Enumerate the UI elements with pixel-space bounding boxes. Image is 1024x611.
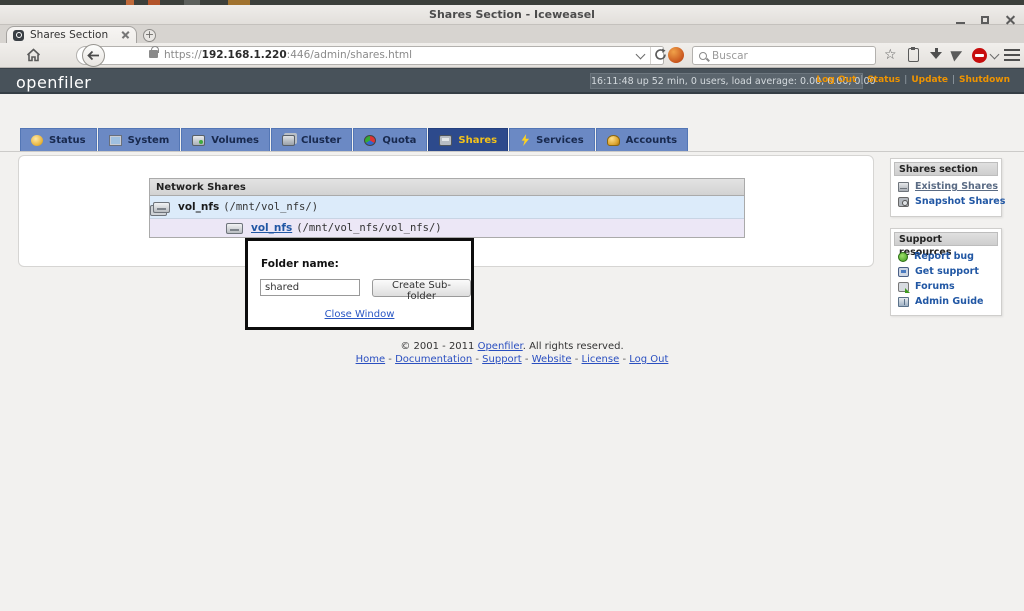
share-link[interactable]: vol_nfs xyxy=(251,222,292,234)
snapshot-camera-icon xyxy=(898,197,909,207)
hamburger-menu-icon[interactable] xyxy=(1004,49,1020,61)
tab-volumes[interactable]: Volumes xyxy=(181,128,270,152)
cluster-icon xyxy=(282,135,295,146)
bookmark-star-icon[interactable]: ☆ xyxy=(884,48,897,62)
home-icon[interactable] xyxy=(26,48,41,62)
addon-icon[interactable] xyxy=(668,47,684,63)
search-box[interactable] xyxy=(692,46,876,65)
system-icon xyxy=(109,135,122,146)
table-row: vol_nfs (/mnt/vol_nfs/vol_nfs/) xyxy=(150,219,744,237)
footer-logout-link[interactable]: Log Out xyxy=(629,354,668,365)
sidebar-item-forums[interactable]: Forums xyxy=(891,279,1001,294)
new-tab-button[interactable]: + xyxy=(143,29,156,42)
reload-icon[interactable] xyxy=(654,48,667,61)
openfiler-header: openfiler 16:11:48 up 52 min, 0 users, l… xyxy=(0,68,1024,94)
tab-status[interactable]: Status xyxy=(20,128,97,152)
browser-tabstrip: Shares Section + xyxy=(0,25,1024,43)
tab-services[interactable]: Services xyxy=(509,128,595,152)
main-nav-tabs: Status System Volumes Cluster Quota Shar… xyxy=(20,128,688,152)
support-resources-box: Support resources Report bug Get support… xyxy=(890,228,1002,316)
url-text[interactable]: https://192.168.1.220:446/admin/shares.h… xyxy=(164,49,412,61)
table-row: vol_nfs (/mnt/vol_nfs/) xyxy=(150,196,744,219)
tab-system[interactable]: System xyxy=(98,128,181,152)
share-drive-icon xyxy=(153,202,170,213)
tab-title: Shares Section xyxy=(30,29,121,41)
shares-section-box: Shares section Existing Shares Snapshot … xyxy=(890,158,1002,217)
back-button[interactable] xyxy=(82,44,105,67)
tab-accounts[interactable]: Accounts xyxy=(596,128,688,152)
page-footer: © 2001 - 2011 Openfiler. All rights rese… xyxy=(0,341,1024,365)
openfiler-link[interactable]: Openfiler xyxy=(478,341,523,352)
openfiler-logo: openfiler xyxy=(16,73,91,92)
sidebar-section-title: Support resources xyxy=(894,232,998,246)
footer-documentation-link[interactable]: Documentation xyxy=(395,354,472,365)
existing-shares-icon xyxy=(898,182,909,192)
network-shares-table: Network Shares vol_nfs (/mnt/vol_nfs/) v… xyxy=(149,178,745,238)
footer-license-link[interactable]: License xyxy=(582,354,620,365)
quota-icon xyxy=(364,135,376,146)
footer-website-link[interactable]: Website xyxy=(532,354,572,365)
footer-support-link[interactable]: Support xyxy=(482,354,522,365)
folder-name-input[interactable] xyxy=(260,279,360,296)
browser-tab-shares-section[interactable]: Shares Section xyxy=(6,26,137,43)
footer-links: Home - Documentation - Support - Website… xyxy=(0,354,1024,365)
table-header: Network Shares xyxy=(150,179,744,196)
tab-cluster[interactable]: Cluster xyxy=(271,128,352,152)
volumes-icon xyxy=(192,135,205,146)
tab-close-icon[interactable] xyxy=(121,31,130,40)
search-icon xyxy=(699,52,707,60)
pocket-send-icon[interactable] xyxy=(950,47,964,61)
search-input[interactable] xyxy=(712,50,852,62)
adblock-icon[interactable] xyxy=(972,48,987,63)
lock-icon xyxy=(149,50,158,58)
back-arrow-icon xyxy=(87,50,100,61)
sidebar-item-get-support[interactable]: Get support xyxy=(891,264,1001,279)
create-subfolder-button[interactable]: Create Sub-folder xyxy=(372,279,471,297)
sidebar-section-title: Shares section xyxy=(894,162,998,176)
admin-guide-book-icon xyxy=(898,297,909,307)
share-path: (/mnt/vol_nfs/vol_nfs/) xyxy=(296,222,441,234)
sidebar-item-snapshot-shares[interactable]: Snapshot Shares xyxy=(891,194,1001,209)
copyright-line: © 2001 - 2011 Openfiler. All rights rese… xyxy=(0,341,1024,352)
forums-icon xyxy=(898,282,909,292)
tab-shares[interactable]: Shares xyxy=(428,128,508,152)
sidebar-item-existing-shares[interactable]: Existing Shares xyxy=(891,179,1001,194)
tab-quota[interactable]: Quota xyxy=(353,128,427,152)
adblock-chevron-icon[interactable] xyxy=(990,50,1000,60)
footer-home-link[interactable]: Home xyxy=(356,354,386,365)
sidebar-item-admin-guide[interactable]: Admin Guide xyxy=(891,294,1001,309)
bookmarks-sidebar-icon[interactable] xyxy=(908,48,919,62)
share-name: vol_nfs xyxy=(178,201,219,213)
logout-link[interactable]: Log Out xyxy=(816,75,856,85)
status-icon xyxy=(31,135,43,146)
update-link[interactable]: Update xyxy=(911,75,948,85)
minimize-button-icon[interactable] xyxy=(955,15,966,26)
shutdown-link[interactable]: Shutdown xyxy=(959,75,1010,85)
share-path: (/mnt/vol_nfs/) xyxy=(223,201,318,213)
window-title: Shares Section - Iceweasel xyxy=(429,8,595,21)
create-subfolder-dialog: Folder name: Create Sub-folder Close Win… xyxy=(245,238,474,330)
accounts-icon xyxy=(607,135,620,146)
maximize-button-icon[interactable] xyxy=(980,15,991,26)
downloads-icon[interactable] xyxy=(930,48,942,61)
shares-icon xyxy=(439,135,452,146)
bug-icon xyxy=(898,252,908,262)
status-link[interactable]: Status xyxy=(867,75,900,85)
close-button-icon[interactable] xyxy=(1005,15,1016,26)
window-titlebar: Shares Section - Iceweasel xyxy=(0,5,1024,25)
folder-name-label: Folder name: xyxy=(261,258,339,270)
services-icon xyxy=(520,134,530,146)
support-icon xyxy=(898,267,909,277)
close-window-link[interactable]: Close Window xyxy=(325,309,395,320)
header-links: Log Out|Status|Update|Shutdown xyxy=(816,75,1010,85)
browser-toolbar: https://192.168.1.220:446/admin/shares.h… xyxy=(0,43,1024,68)
tabnav-divider xyxy=(0,151,1024,152)
subfolder-drive-icon xyxy=(226,223,243,234)
openfiler-favicon-icon xyxy=(13,30,24,41)
